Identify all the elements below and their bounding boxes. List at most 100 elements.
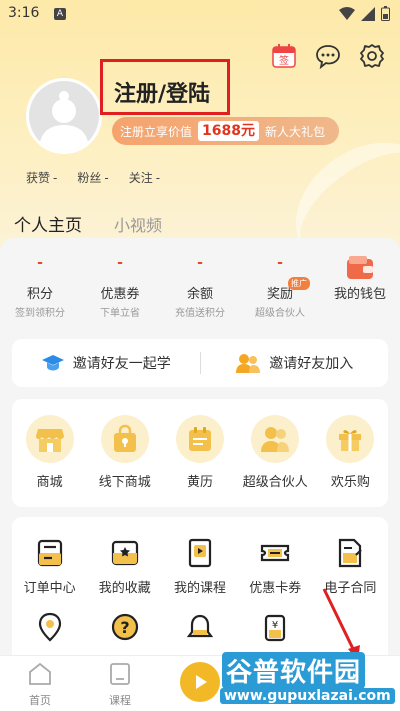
watermark: 谷普软件园 www.gupuxlazai.com bbox=[214, 650, 396, 710]
wallet-sub: 下单立省 bbox=[100, 308, 140, 319]
signal-icon bbox=[361, 6, 375, 21]
message-button[interactable] bbox=[314, 42, 342, 70]
store-icon bbox=[25, 415, 74, 463]
gear-icon bbox=[360, 44, 384, 68]
stat-value: - bbox=[53, 171, 58, 185]
nav-label: 首页 bbox=[29, 694, 51, 707]
promo-prefix: 注册立享价值 bbox=[120, 124, 193, 139]
play-icon bbox=[196, 675, 207, 689]
wallet-value: - bbox=[277, 255, 283, 271]
stat-likes[interactable]: 获赞 - bbox=[26, 169, 57, 186]
bell-icon bbox=[182, 610, 218, 646]
profile-tabs: 个人主页 小视频 bbox=[14, 211, 162, 242]
calendar-checkin-icon: 签 bbox=[272, 44, 296, 68]
stat-label: 获赞 bbox=[26, 171, 51, 185]
default-avatar-icon bbox=[29, 81, 99, 151]
coupon-icon bbox=[257, 535, 293, 571]
service-label: 黄历 bbox=[187, 475, 214, 490]
stat-label: 粉丝 bbox=[77, 171, 102, 185]
tool-payment[interactable]: ¥ bbox=[238, 610, 313, 646]
wallet-value: - bbox=[197, 255, 203, 271]
service-label: 欢乐购 bbox=[330, 475, 370, 490]
wallet-sub: 签到领积分 bbox=[15, 308, 65, 319]
svg-text:?: ? bbox=[120, 618, 129, 637]
tool-help[interactable]: ? bbox=[87, 610, 162, 646]
wallet-coupons[interactable]: - 优惠券 下单立省 bbox=[80, 255, 160, 325]
services-card: 商城 线下商城 黄历 超级合伙人 欢乐购 bbox=[12, 399, 388, 507]
watermark-url: www.gupuxlazai.com bbox=[220, 688, 395, 704]
course-nav-icon bbox=[110, 663, 130, 685]
stat-label: 关注 bbox=[128, 171, 153, 185]
wallet-points[interactable]: - 积分 签到领积分 bbox=[0, 255, 80, 325]
service-mall[interactable]: 商城 bbox=[12, 415, 87, 490]
nav-label: 课程 bbox=[109, 694, 131, 707]
settings-button[interactable] bbox=[358, 42, 386, 70]
stat-fans[interactable]: 粉丝 - bbox=[77, 169, 108, 186]
tool-coupons[interactable]: 优惠卡券 bbox=[238, 535, 313, 596]
promo-banner[interactable]: 注册立享价值 1688元 新人大礼包 bbox=[112, 117, 339, 145]
favorite-icon bbox=[107, 535, 143, 571]
tab-short-video[interactable]: 小视频 bbox=[114, 212, 162, 236]
graduation-cap-icon bbox=[41, 355, 64, 371]
header-actions: 签 bbox=[270, 42, 386, 70]
people-icon bbox=[236, 354, 261, 373]
stat-value: - bbox=[104, 171, 109, 185]
service-super-partner[interactable]: 超级合伙人 bbox=[238, 415, 313, 490]
wallet-label: 积分 bbox=[26, 287, 53, 302]
status-icons bbox=[339, 6, 390, 21]
stat-following[interactable]: 关注 - bbox=[129, 169, 160, 186]
login-register-link[interactable]: 注册/登陆 bbox=[114, 76, 210, 108]
wallet-my-wallet[interactable]: 我的钱包 bbox=[320, 255, 400, 325]
help-icon: ? bbox=[107, 610, 143, 646]
tab-personal-home[interactable]: 个人主页 bbox=[14, 211, 82, 242]
checkin-calendar-button[interactable]: 签 bbox=[270, 42, 298, 70]
service-label: 超级合伙人 bbox=[242, 475, 308, 490]
lock-bag-icon bbox=[100, 415, 149, 463]
wallet-rewards[interactable]: - 奖励 超级合伙人 推广 bbox=[240, 255, 320, 325]
services-row: 商城 线下商城 黄历 超级合伙人 欢乐购 bbox=[12, 399, 388, 490]
tool-notifications[interactable] bbox=[162, 610, 237, 646]
invite-join-label: 邀请好友加入 bbox=[269, 356, 354, 372]
avatar[interactable] bbox=[26, 78, 102, 154]
promo-badge: 推广 bbox=[288, 277, 310, 290]
wallet-sub: 充值送积分 bbox=[175, 308, 225, 319]
service-label: 线下商城 bbox=[98, 475, 151, 490]
nav-courses[interactable]: 课程 bbox=[80, 656, 160, 711]
service-almanac[interactable]: 黄历 bbox=[162, 415, 237, 490]
nav-home[interactable]: 首页 bbox=[0, 656, 80, 711]
wallet-value: - bbox=[37, 255, 43, 271]
calendar-badge-text: 签 bbox=[279, 54, 289, 67]
wallet-label: 余额 bbox=[186, 287, 213, 302]
status-time: 3:16 bbox=[8, 5, 40, 21]
wallet-balance[interactable]: - 余额 充值送积分 bbox=[160, 255, 240, 325]
tool-label: 我的收藏 bbox=[98, 581, 151, 596]
contract-icon bbox=[332, 535, 368, 571]
invite-card: 邀请好友一起学 邀请好友加入 bbox=[12, 339, 388, 387]
battery-icon bbox=[381, 6, 390, 21]
invite-study-button[interactable]: 邀请好友一起学 bbox=[12, 353, 200, 373]
course-icon bbox=[182, 535, 218, 571]
service-label: 商城 bbox=[36, 475, 63, 490]
invite-study-label: 邀请好友一起学 bbox=[72, 356, 171, 372]
tool-location[interactable] bbox=[12, 610, 87, 646]
tool-label: 优惠卡券 bbox=[249, 581, 302, 596]
watermark-title: 谷普软件园 bbox=[222, 652, 366, 689]
wifi-icon bbox=[339, 6, 355, 20]
promo-amount: 1688元 bbox=[198, 121, 259, 141]
yuan-bag-icon: ¥ bbox=[257, 610, 293, 646]
tool-order-center[interactable]: 订单中心 bbox=[12, 535, 87, 596]
tool-my-favorites[interactable]: 我的收藏 bbox=[87, 535, 162, 596]
stat-value: - bbox=[155, 171, 161, 185]
invite-join-button[interactable]: 邀请好友加入 bbox=[201, 353, 389, 373]
tool-label: 订单中心 bbox=[23, 581, 76, 596]
wallet-icon-holder bbox=[320, 255, 400, 283]
wallet-label: 优惠券 bbox=[100, 287, 140, 302]
notification-icon: A bbox=[54, 8, 66, 20]
home-icon bbox=[29, 662, 51, 685]
wallet-row: - 积分 签到领积分 - 优惠券 下单立省 - 余额 充值送积分 - 奖励 超级… bbox=[0, 255, 400, 325]
calendar-icon bbox=[176, 415, 224, 463]
wallet-icon bbox=[347, 256, 373, 279]
service-offline-mall[interactable]: 线下商城 bbox=[87, 415, 162, 490]
service-happy-shopping[interactable]: 欢乐购 bbox=[313, 415, 388, 490]
tool-my-courses[interactable]: 我的课程 bbox=[162, 535, 237, 596]
